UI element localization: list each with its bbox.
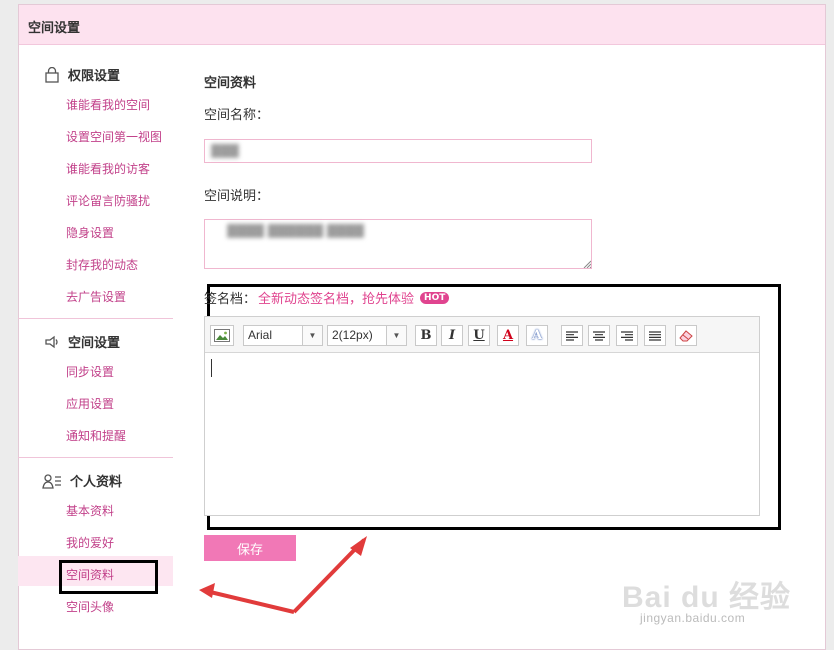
highlight-button[interactable]: A [526,325,548,346]
font-color-button[interactable]: A [497,325,519,346]
hot-badge: HOT [420,291,450,304]
sidebar-item-sync[interactable]: 同步设置 [66,363,114,380]
space-desc-label: 空间说明： [204,189,270,204]
sidebar-section-title: 权限设置 [68,69,121,84]
signature-label: 签名档： [204,292,257,307]
sidebar-item-visitors[interactable]: 谁能看我的访客 [66,160,150,177]
align-left-icon [566,330,578,341]
space-name-input[interactable]: ▓▓▓ [204,139,592,163]
sidebar-item-first-view[interactable]: 设置空间第一视图 [66,128,162,145]
sidebar-item-invisible[interactable]: 隐身设置 [66,224,114,241]
sidebar-item-hobbies[interactable]: 我的爱好 [66,534,114,551]
image-icon [214,329,230,342]
space-desc-value: ▓▓▓▓ ▓▓▓▓▓▓ ▓▓▓▓ [227,224,364,238]
watermark-url: jingyan.baidu.com [640,611,746,625]
panel-title: 空间设置 [28,21,81,36]
font-size-select[interactable]: 2(12px) ▼ [327,325,407,346]
editor-toolbar: Arial ▼ 2(12px) ▼ B I U A A [205,317,759,353]
italic-button[interactable]: I [441,325,463,346]
font-size-value: 2(12px) [332,328,373,342]
font-family-select[interactable]: Arial ▼ [243,325,323,346]
save-button[interactable]: 保存 [204,535,296,561]
user-list-icon [42,473,61,489]
sidebar-item-archive-feed[interactable]: 封存我的动态 [66,256,138,273]
underline-button[interactable]: U [468,325,490,346]
align-right-icon [621,330,633,341]
space-desc-textarea[interactable]: ▓▓▓▓ ▓▓▓▓▓▓ ▓▓▓▓ [204,219,592,269]
eraser-icon [679,329,693,341]
justify-icon [649,330,661,341]
resize-grip-icon[interactable] [583,260,591,268]
sidebar-divider [18,318,173,319]
annotation-box-sidebar [59,560,158,594]
form-heading: 空间资料 [204,76,257,91]
sidebar-item-apps[interactable]: 应用设置 [66,395,114,412]
sidebar-item-basic-info[interactable]: 基本资料 [66,502,114,519]
clear-format-button[interactable] [675,325,697,346]
signature-row: 签名档： 全新动态签名档，抢先体验 HOT [204,288,450,307]
sidebar-section-space: 空间设置 [44,332,120,351]
align-left-button[interactable] [561,325,583,346]
space-name-label: 空间名称： [204,108,270,123]
bold-button[interactable]: B [415,325,437,346]
sidebar-item-ad-settings[interactable]: 去广告设置 [66,288,126,305]
sidebar-divider [18,457,173,458]
speaker-icon [45,335,58,348]
signature-promo-link[interactable]: 全新动态签名档，抢先体验 [258,288,414,307]
insert-image-button[interactable] [210,325,234,346]
lock-icon [45,66,59,83]
align-center-icon [593,330,605,341]
sidebar-section-profile: 个人资料 [42,471,122,490]
align-right-button[interactable] [616,325,638,346]
sidebar-item-notifications[interactable]: 通知和提醒 [66,427,126,444]
chevron-down-icon: ▼ [302,326,322,345]
panel-header: 空间设置 [19,5,825,45]
watermark-brand: Bai du 经验 [622,581,792,614]
font-family-value: Arial [248,328,273,342]
sidebar-item-who-can-view[interactable]: 谁能看我的空间 [66,96,150,113]
space-name-value: ▓▓▓ [211,144,239,158]
sidebar-item-anti-harass[interactable]: 评论留言防骚扰 [66,192,150,209]
editor-content-area[interactable] [205,353,759,515]
chevron-down-icon: ▼ [386,326,406,345]
align-center-button[interactable] [588,325,610,346]
sidebar-section-permissions: 权限设置 [44,65,120,84]
sidebar-section-title: 空间设置 [68,336,121,351]
sidebar-item-space-avatar[interactable]: 空间头像 [66,598,114,615]
justify-button[interactable] [644,325,666,346]
sidebar-section-title: 个人资料 [70,475,123,490]
